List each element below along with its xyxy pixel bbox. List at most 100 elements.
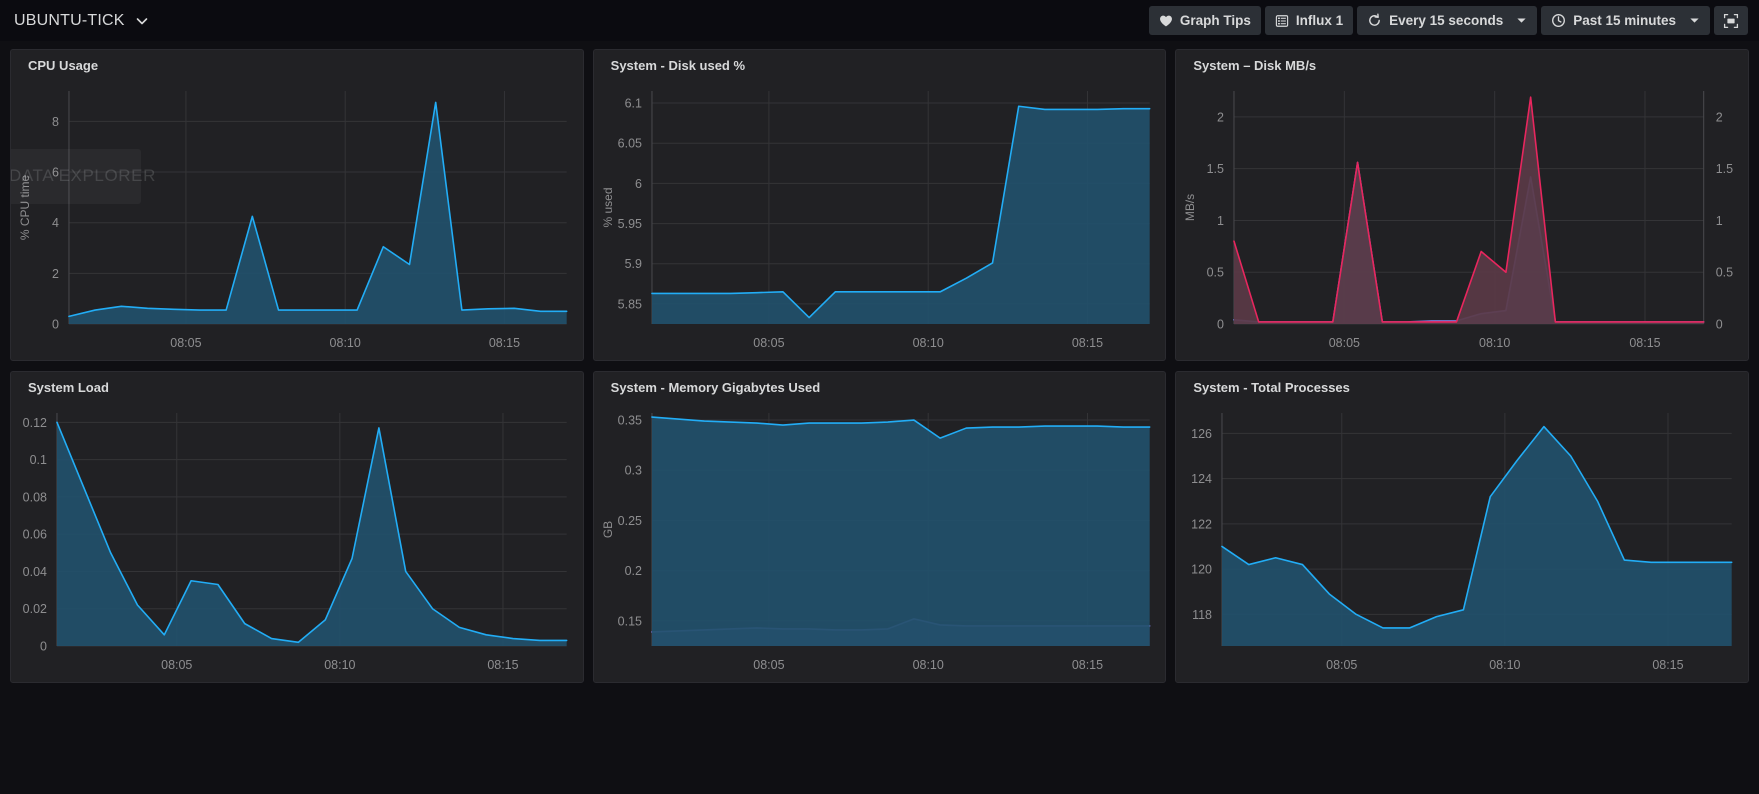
svg-text:0.35: 0.35 bbox=[617, 414, 641, 428]
svg-text:08:05: 08:05 bbox=[161, 658, 192, 672]
svg-text:MB/s: MB/s bbox=[1183, 194, 1197, 221]
chart-cpu-usage[interactable]: 0 2 4 6 8 08:05 08:10 08:15 % CPU time bbox=[11, 79, 583, 360]
dashboard-title-group[interactable]: UBUNTU-TICK bbox=[14, 12, 150, 30]
svg-text:08:15: 08:15 bbox=[1072, 336, 1103, 350]
svg-text:0.5: 0.5 bbox=[1716, 266, 1733, 280]
svg-text:08:05: 08:05 bbox=[753, 336, 784, 350]
svg-text:122: 122 bbox=[1191, 517, 1212, 531]
svg-text:0: 0 bbox=[1716, 317, 1723, 331]
panel-title: System – Disk MB/s bbox=[1176, 50, 1748, 79]
svg-text:08:05: 08:05 bbox=[1326, 658, 1357, 672]
chevron-down-icon[interactable] bbox=[134, 13, 150, 29]
svg-text:0: 0 bbox=[1217, 317, 1224, 331]
panel-cpu-usage[interactable]: CPU Usage 0 2 4 6 8 08:05 08:10 08:15 % CPU time… bbox=[10, 49, 584, 361]
time-range-label: Past 15 minutes bbox=[1573, 13, 1676, 28]
svg-text:0.1: 0.1 bbox=[30, 453, 47, 467]
chart-total-processes[interactable]: 118 120 122 124 126 08:05 08:10 08:15 bbox=[1176, 401, 1748, 682]
chart-disk-mbps[interactable]: 0 0.5 1 1.5 2 0 0.5 1 1.5 2 08:05 08:10 08:15 MB/s bbox=[1176, 79, 1748, 360]
svg-text:118: 118 bbox=[1192, 608, 1212, 622]
svg-text:1.5: 1.5 bbox=[1207, 162, 1224, 176]
panel-title: CPU Usage bbox=[11, 50, 583, 79]
svg-text:0.04: 0.04 bbox=[23, 565, 47, 579]
svg-text:6.1: 6.1 bbox=[624, 97, 641, 111]
svg-text:% used: % used bbox=[601, 188, 615, 228]
panel-title: System - Disk used % bbox=[594, 50, 1166, 79]
chevron-down-icon[interactable] bbox=[1516, 15, 1527, 26]
svg-text:4: 4 bbox=[52, 216, 59, 230]
svg-text:0.08: 0.08 bbox=[23, 490, 47, 504]
time-range-button[interactable]: Past 15 minutes bbox=[1541, 6, 1710, 35]
svg-text:08:15: 08:15 bbox=[489, 336, 520, 350]
svg-text:5.9: 5.9 bbox=[624, 257, 641, 271]
svg-text:124: 124 bbox=[1191, 472, 1212, 486]
chart-disk-used-pct[interactable]: 5.85 5.9 5.95 6 6.05 6.1 08:05 08:10 08:15 % used bbox=[594, 79, 1166, 360]
panel-memory-gb-used[interactable]: System - Memory Gigabytes Used 0.150.20.… bbox=[593, 371, 1167, 683]
svg-text:0.15: 0.15 bbox=[617, 614, 641, 628]
svg-text:120: 120 bbox=[1191, 563, 1212, 577]
panel-title: System - Total Processes bbox=[1176, 372, 1748, 401]
heart-icon bbox=[1159, 14, 1173, 28]
svg-text:126: 126 bbox=[1191, 427, 1212, 441]
svg-text:1: 1 bbox=[1716, 214, 1723, 228]
top-navbar-actions: Graph Tips Influx 1 bbox=[1149, 6, 1748, 35]
refresh-interval-label: Every 15 seconds bbox=[1389, 13, 1503, 28]
svg-text:2: 2 bbox=[1716, 110, 1723, 124]
chart-system-load[interactable]: 0 0.02 0.04 0.06 0.08 0.1 0.12 08:05 08:10 08:15 bbox=[11, 401, 583, 682]
dashboard-grid: CPU Usage 0 2 4 6 8 08:05 08:10 08:15 % CPU time… bbox=[0, 41, 1759, 683]
svg-text:0.06: 0.06 bbox=[23, 528, 47, 542]
svg-text:2: 2 bbox=[1217, 110, 1224, 124]
svg-text:6: 6 bbox=[52, 166, 59, 180]
svg-text:0.2: 0.2 bbox=[624, 564, 641, 578]
panel-title: System - Memory Gigabytes Used bbox=[594, 372, 1166, 401]
panel-system-load[interactable]: System Load 0 0.02 0.04 0.06 0.08 0.1 0.12 08:0… bbox=[10, 371, 584, 683]
svg-text:1.5: 1.5 bbox=[1716, 162, 1733, 176]
svg-text:0.3: 0.3 bbox=[624, 464, 641, 478]
panel-disk-used-pct[interactable]: System - Disk used % 5.85 5.9 5.95 6 6.05 6.1… bbox=[593, 49, 1167, 361]
graph-tips-label: Graph Tips bbox=[1180, 13, 1251, 28]
svg-text:5.85: 5.85 bbox=[617, 297, 641, 311]
graph-tips-button[interactable]: Graph Tips bbox=[1149, 6, 1261, 35]
svg-text:08:10: 08:10 bbox=[324, 658, 355, 672]
svg-text:6: 6 bbox=[635, 177, 642, 191]
svg-text:0.02: 0.02 bbox=[23, 602, 47, 616]
svg-text:08:05: 08:05 bbox=[170, 336, 201, 350]
clock-icon bbox=[1551, 13, 1566, 28]
presentation-icon bbox=[1723, 13, 1739, 29]
svg-text:08:05: 08:05 bbox=[1329, 336, 1360, 350]
svg-text:GB: GB bbox=[601, 521, 615, 538]
refresh-interval-button[interactable]: Every 15 seconds bbox=[1357, 6, 1537, 35]
svg-text:6.05: 6.05 bbox=[617, 137, 641, 151]
svg-text:8: 8 bbox=[52, 115, 59, 129]
svg-text:08:15: 08:15 bbox=[1630, 336, 1661, 350]
svg-text:08:05: 08:05 bbox=[753, 658, 784, 672]
svg-text:1: 1 bbox=[1217, 214, 1224, 228]
svg-text:0: 0 bbox=[52, 317, 59, 331]
svg-text:5.95: 5.95 bbox=[617, 217, 641, 231]
svg-text:2: 2 bbox=[52, 267, 59, 281]
svg-text:08:10: 08:10 bbox=[1490, 658, 1521, 672]
panel-title: System Load bbox=[11, 372, 583, 401]
panel-disk-mbps[interactable]: System – Disk MB/s 0 0.5 1 1.5 2 0 0.5 1 1.5 2 08:… bbox=[1175, 49, 1749, 361]
influx-source-button[interactable]: Influx 1 bbox=[1265, 6, 1353, 35]
svg-text:% CPU time: % CPU time bbox=[18, 175, 32, 241]
svg-text:08:10: 08:10 bbox=[912, 336, 943, 350]
top-navbar: UBUNTU-TICK Graph Tips bbox=[0, 0, 1759, 41]
page-title: UBUNTU-TICK bbox=[14, 12, 125, 30]
svg-text:08:15: 08:15 bbox=[1653, 658, 1684, 672]
svg-text:0: 0 bbox=[40, 639, 47, 653]
presentation-mode-button[interactable] bbox=[1714, 6, 1748, 35]
svg-text:08:10: 08:10 bbox=[1479, 336, 1510, 350]
svg-text:0.5: 0.5 bbox=[1207, 266, 1224, 280]
svg-text:08:10: 08:10 bbox=[912, 658, 943, 672]
svg-text:08:15: 08:15 bbox=[1072, 658, 1103, 672]
influx-source-label: Influx 1 bbox=[1296, 13, 1343, 28]
chart-memory-gb-used[interactable]: 0.15 0.2 0.25 0.3 0.35 08:05 08:10 08:15 GB bbox=[594, 401, 1166, 682]
svg-text:0.12: 0.12 bbox=[23, 416, 47, 430]
database-list-icon bbox=[1275, 14, 1289, 28]
refresh-icon bbox=[1367, 13, 1382, 28]
panel-total-processes[interactable]: System - Total Processes 118 120 122 124 126… bbox=[1175, 371, 1749, 683]
svg-text:08:10: 08:10 bbox=[330, 336, 361, 350]
svg-text:0.25: 0.25 bbox=[617, 514, 641, 528]
svg-text:08:15: 08:15 bbox=[487, 658, 518, 672]
chevron-down-icon[interactable] bbox=[1689, 15, 1700, 26]
